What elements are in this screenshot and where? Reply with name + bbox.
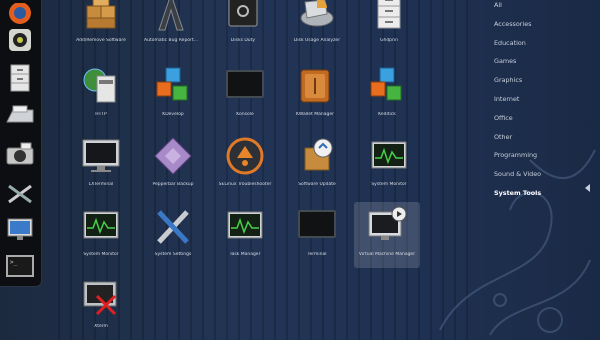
app-konsole[interactable]: Konsole (212, 62, 278, 128)
app-label: System Monitor (371, 182, 407, 187)
app-label: Pepperbar Backup (152, 182, 194, 187)
xterm-icon (83, 281, 117, 316)
scanner-icon[interactable] (4, 100, 36, 132)
network-icon (83, 68, 116, 103)
app-keditick[interactable]: Keditick (354, 62, 420, 128)
app-terminal[interactable]: Terminal (284, 202, 350, 268)
category-system-tools[interactable]: System Tools (494, 184, 594, 203)
bug-report-icon (158, 0, 184, 31)
app-label: KDevelop (162, 112, 184, 117)
software-update-icon (304, 138, 333, 171)
category-list: All Accessories Education Games Graphics… (494, 0, 594, 203)
backup-icon (154, 137, 192, 175)
app-task-manager[interactable]: Task Manager (212, 202, 278, 268)
app-label: HTTP (95, 112, 107, 117)
wallet-icon (300, 69, 330, 103)
app-system-monitor-1[interactable]: System Monitor (356, 132, 422, 198)
settings-tools-icon[interactable] (4, 178, 36, 210)
app-label: Disk Usage Analyzer (293, 38, 341, 43)
app-selinux-troubleshooter[interactable]: SELinux Troubleshooter (212, 132, 278, 198)
category-graphics[interactable]: Graphics (494, 71, 594, 90)
app-add-remove-software[interactable]: Add/Remove Software (68, 0, 134, 54)
app-disk-usage-analyzer[interactable]: Disk Usage Analyzer (284, 0, 350, 54)
category-other[interactable]: Other (494, 128, 594, 147)
category-sound-video[interactable]: Sound & Video (494, 165, 594, 184)
app-label: Keditick (378, 112, 396, 117)
app-label: Disks Duty (230, 38, 256, 43)
category-office[interactable]: Office (494, 109, 594, 128)
file-cabinet-icon (377, 0, 401, 29)
virt-manager-icon (368, 206, 407, 240)
app-ghdprin[interactable]: Ghdprin (356, 0, 422, 54)
safe-icon (228, 0, 258, 27)
app-software-update[interactable]: Software Update (284, 132, 350, 198)
app-system-monitor-2[interactable]: System Monitor (68, 202, 134, 268)
app-automatic-bug-report[interactable]: Automatic Bug Report... (138, 0, 204, 54)
app-system-settings[interactable]: System Settings (140, 202, 206, 268)
app-label: System Settings (154, 252, 192, 257)
cubes-icon (156, 67, 188, 101)
terminal-icon[interactable]: >_ (4, 250, 36, 282)
app-label: KWallet Manager (296, 112, 334, 117)
selinux-icon (226, 137, 264, 175)
app-label: LXTerminal (88, 182, 114, 187)
app-pepperbar-backup[interactable]: Pepperbar Backup (140, 132, 206, 198)
app-lxterminal[interactable]: LXTerminal (68, 132, 134, 198)
svg-text:>_: >_ (10, 259, 18, 266)
app-label: System Monitor (83, 252, 119, 257)
app-virtual-machine-manager[interactable]: Virtual Machine Manager (354, 202, 420, 268)
app-label: Xterm (94, 324, 108, 329)
category-accessories[interactable]: Accessories (494, 15, 594, 34)
disk-usage-icon (300, 0, 334, 27)
app-label: Automatic Bug Report... (144, 38, 198, 43)
display-icon[interactable] (4, 214, 36, 246)
category-games[interactable]: Games (494, 52, 594, 71)
monitor-icon (82, 139, 120, 172)
cubes-icon (370, 67, 402, 101)
app-kwallet-manager[interactable]: KWallet Manager (282, 62, 348, 128)
app-label: Terminal (307, 252, 327, 257)
app-xterm[interactable]: Xterm (68, 274, 134, 340)
system-monitor-icon (227, 211, 263, 239)
app-disks-duty[interactable]: Disks Duty (210, 0, 276, 54)
tools-icon (157, 210, 189, 244)
category-programming[interactable]: Programming (494, 146, 594, 165)
system-monitor-icon (83, 211, 119, 239)
app-label: Konsole (236, 112, 254, 117)
app-label: Add/Remove Software (76, 38, 126, 43)
app-http[interactable]: HTTP (68, 62, 134, 128)
camera-icon[interactable] (4, 138, 36, 170)
boxes-icon (86, 0, 116, 29)
category-all[interactable]: All (494, 0, 594, 15)
system-monitor-icon (371, 141, 407, 169)
app-label: Software Update (298, 182, 336, 187)
category-internet[interactable]: Internet (494, 90, 594, 109)
terminal-icon (226, 70, 264, 98)
terminal-icon (298, 210, 336, 238)
dash: >_ (0, 0, 42, 287)
category-education[interactable]: Education (494, 34, 594, 53)
app-label: Ghdprin (379, 38, 398, 43)
app-kdevelop[interactable]: KDevelop (140, 62, 206, 128)
selected-category-arrow-icon (585, 184, 590, 192)
app-label: Task Manager (229, 252, 261, 257)
file-cabinet-icon[interactable] (4, 62, 36, 94)
app-label: SELinux Troubleshooter (218, 182, 272, 187)
app-label: Virtual Machine Manager (358, 252, 416, 257)
rhythmbox-icon[interactable] (4, 24, 36, 56)
